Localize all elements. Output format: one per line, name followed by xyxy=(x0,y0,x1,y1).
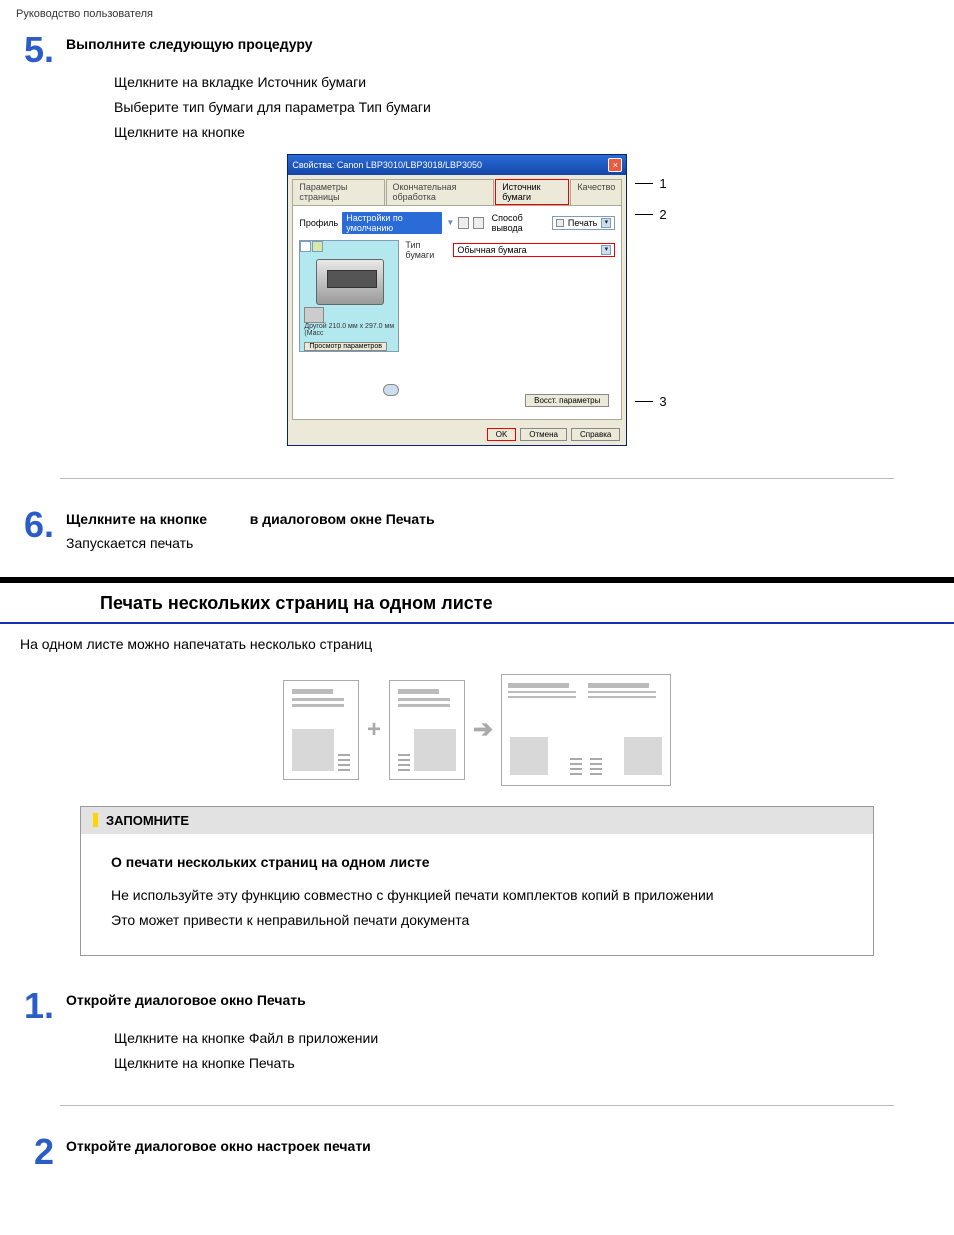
chevron-down-icon: ▾ xyxy=(601,245,611,255)
step-5-title: Выполните следующую процедуру xyxy=(66,36,930,52)
output-label: Способ вывода xyxy=(492,213,548,233)
step-6-title-b: в диалоговом окне Печать xyxy=(250,511,435,527)
help-button[interactable]: Справка xyxy=(571,428,620,441)
page-thumb-2 xyxy=(389,680,465,780)
step-6-title-a: Щелкните на кнопке xyxy=(66,511,207,527)
cancel-button[interactable]: Отмена xyxy=(520,428,567,441)
paper-type-dropdown[interactable]: Обычная бумага ▾ xyxy=(453,243,615,257)
separator xyxy=(60,478,894,479)
step-5-line-3: Щелкните на кнопке xyxy=(114,120,930,145)
dropdown-arrow-icon[interactable]: ▼ xyxy=(446,218,454,227)
note-subtitle: О печати нескольких страниц на одном лис… xyxy=(111,850,843,883)
icon-a[interactable] xyxy=(458,217,469,229)
step-5-line-2: Выберите тип бумаги для параметра Тип бу… xyxy=(114,95,930,120)
step-5-line-1: Щелкните на вкладке Источник бумаги xyxy=(114,70,930,95)
multipage-illustration: + ➔ xyxy=(0,664,954,806)
printer-preview: Другой 210.0 мм x 297.0 мм (Масс Просмот… xyxy=(299,240,399,352)
page-header: Руководство пользователя xyxy=(0,0,954,24)
dialog-tabs: Параметры страницы Окончательная обработ… xyxy=(288,175,626,205)
separator xyxy=(60,1105,894,1106)
step-number-6: 6. xyxy=(24,507,54,551)
note-header: ЗАПОМНИТЕ xyxy=(81,807,873,834)
dialog-figure: Свойства: Canon LBP3010/LBP3018/LBP3050 … xyxy=(0,154,954,458)
note-box: ЗАПОМНИТЕ О печати нескольких страниц на… xyxy=(80,806,874,957)
section-intro: На одном листе можно напечатать нескольк… xyxy=(0,624,954,664)
step-2-title: Откройте диалоговое окно настроек печати xyxy=(66,1138,930,1154)
restore-params-button[interactable]: Восст. параметры xyxy=(525,394,609,407)
tab-quality[interactable]: Качество xyxy=(570,179,622,205)
preview-dimensions: Другой 210.0 мм x 297.0 мм (Масс xyxy=(304,323,398,337)
tab-finishing[interactable]: Окончательная обработка xyxy=(386,179,495,205)
step-6-desc: Запускается печать xyxy=(66,527,930,551)
step-5: 5. Выполните следующую процедуру Щелкнит… xyxy=(0,24,954,154)
step-1-title: Откройте диалоговое окно Печать xyxy=(66,992,930,1008)
close-icon[interactable]: × xyxy=(608,158,622,172)
callout-1: 1 xyxy=(659,176,666,191)
note-line-1: Не используйте эту функцию совместно с ф… xyxy=(111,883,843,908)
callout-2: 2 xyxy=(659,207,666,222)
callout-3: 3 xyxy=(659,394,666,409)
tool-icon[interactable] xyxy=(383,384,399,396)
output-dropdown[interactable]: Печать ▾ xyxy=(552,216,615,230)
step-number-2: 2 xyxy=(24,1134,54,1170)
step-number-5: 5. xyxy=(24,32,54,146)
profile-label: Профиль xyxy=(299,218,338,228)
printer-icon xyxy=(556,219,564,227)
plus-icon: + xyxy=(367,716,381,744)
arrow-right-icon: ➔ xyxy=(473,715,493,744)
paper-type-label: Тип бумаги xyxy=(405,240,447,260)
dialog-title: Свойства: Canon LBP3010/LBP3018/LBP3050 xyxy=(292,160,482,170)
page-thumb-1 xyxy=(283,680,359,780)
paper-type-value: Обычная бумага xyxy=(457,245,526,255)
step-number-1: 1. xyxy=(24,988,54,1076)
step-6: 6. Щелкните на кнопке в диалоговом окне … xyxy=(0,499,954,559)
output-value: Печать xyxy=(568,218,597,228)
combined-sheet xyxy=(501,674,671,786)
figure-callouts: 1 2 3 xyxy=(635,154,666,409)
section-heading-wrap: Печать нескольких страниц на одном листе xyxy=(0,577,954,624)
properties-dialog: Свойства: Canon LBP3010/LBP3018/LBP3050 … xyxy=(287,154,627,446)
ok-button[interactable]: OK xyxy=(487,428,517,441)
step-1: 1. Откройте диалоговое окно Печать Щелкн… xyxy=(0,980,954,1084)
step-2: 2 Откройте диалоговое окно настроек печа… xyxy=(0,1126,954,1200)
note-line-2: Это может привести к неправильной печати… xyxy=(111,908,843,933)
step-1-line-2: Щелкните на кнопке Печать xyxy=(114,1051,930,1076)
tab-paper-source[interactable]: Источник бумаги xyxy=(495,179,569,205)
step-1-line-1: Щелкните на кнопке Файл в приложении xyxy=(114,1026,930,1051)
preview-params-button[interactable]: Просмотр параметров xyxy=(304,342,387,351)
note-accent-icon xyxy=(93,813,98,827)
note-header-text: ЗАПОМНИТЕ xyxy=(106,813,189,828)
section-heading: Печать нескольких страниц на одном листе xyxy=(0,583,954,624)
tab-page-params[interactable]: Параметры страницы xyxy=(292,179,384,205)
profile-dropdown[interactable]: Настройки по умолчанию xyxy=(342,212,442,234)
icon-b[interactable] xyxy=(473,217,484,229)
chevron-down-icon: ▾ xyxy=(601,218,611,228)
printer-icon-large xyxy=(316,259,384,305)
